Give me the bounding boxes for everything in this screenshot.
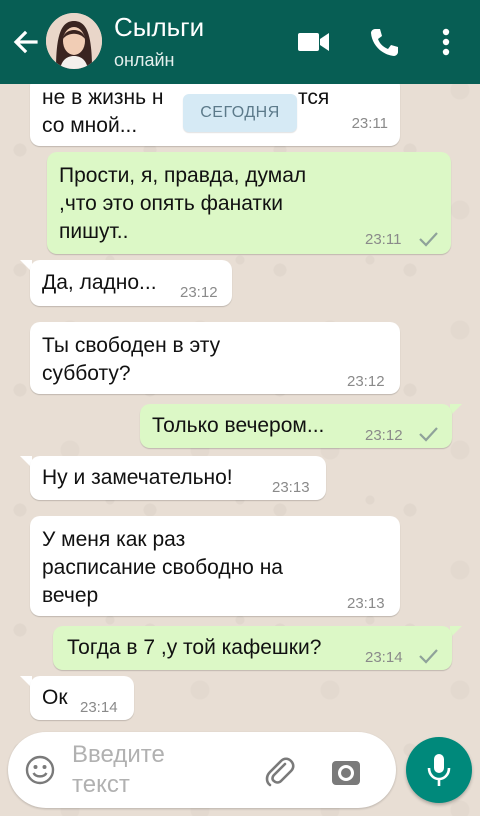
message-incoming[interactable]: Ну и замечательно! 23:13: [30, 456, 326, 500]
message-text-line: ,что это опять фанатки: [59, 192, 283, 215]
contact-status: онлайн: [114, 50, 175, 70]
message-text-line: У меня как раз: [42, 528, 186, 551]
message-text-line: со мной...: [42, 114, 138, 137]
single-check-icon: [417, 422, 439, 442]
message-text-line: пишут..: [59, 220, 129, 243]
message-text-line: Ну и замечательно!: [42, 466, 233, 489]
message-text-line: субботу?: [42, 362, 131, 385]
message-incoming[interactable]: Ок 23:14: [30, 676, 134, 720]
emoji-icon[interactable]: [24, 754, 56, 786]
message-input[interactable]: Введите текст: [8, 732, 396, 808]
chat-header: Сыльги онлайн: [0, 0, 480, 84]
back-arrow-icon[interactable]: [8, 24, 44, 60]
date-chip: СЕГОДНЯ: [183, 94, 297, 132]
message-time: 23:12: [347, 373, 385, 390]
single-check-icon: [417, 227, 439, 247]
message-outgoing[interactable]: Только вечером... 23:12: [140, 404, 452, 448]
voice-record-button[interactable]: [406, 737, 472, 803]
message-text-line: расписание свободно на: [42, 556, 283, 579]
video-call-icon[interactable]: [294, 22, 334, 62]
message-text-line: Только вечером...: [152, 414, 325, 437]
message-text-line: вечер: [42, 584, 99, 607]
message-text-line: не в жизнь н: [42, 86, 164, 109]
message-outgoing[interactable]: Прости, я, правда, думал ,что это опять …: [47, 152, 451, 254]
message-time: 23:13: [347, 595, 385, 612]
message-time: 23:14: [365, 649, 403, 666]
message-text-line: Ок: [42, 686, 68, 709]
message-text-line: Прости, я, правда, думал: [59, 164, 307, 187]
camera-icon[interactable]: [330, 757, 362, 787]
message-incoming[interactable]: Да, ладно... 23:12: [30, 260, 232, 306]
message-time: 23:11: [351, 115, 388, 132]
message-text-line: Ты свободен в эту: [42, 334, 221, 357]
message-outgoing[interactable]: Тогда в 7 ,у той кафешки? 23:14: [53, 626, 452, 670]
message-incoming[interactable]: Ты свободен в эту субботу? 23:12: [30, 322, 400, 394]
message-text-fragment: тся: [298, 86, 330, 109]
message-time: 23:12: [365, 427, 403, 444]
message-text-line: Да, ладно...: [42, 271, 157, 294]
message-incoming[interactable]: У меня как раз расписание свободно на ве…: [30, 516, 400, 616]
microphone-icon: [425, 752, 453, 788]
paperclip-icon[interactable]: [264, 756, 298, 790]
more-options-icon[interactable]: [428, 22, 464, 62]
message-time: 23:12: [180, 284, 218, 301]
message-time: 23:14: [80, 699, 118, 716]
single-check-icon: [417, 644, 439, 664]
message-time: 23:11: [365, 231, 402, 248]
message-time: 23:13: [272, 479, 310, 496]
message-input-placeholder: Введите текст: [72, 741, 165, 798]
contact-name[interactable]: Сыльги: [114, 12, 204, 43]
message-text-line: Тогда в 7 ,у той кафешки?: [67, 636, 322, 659]
phone-call-icon[interactable]: [364, 22, 404, 62]
contact-avatar[interactable]: [46, 13, 102, 69]
